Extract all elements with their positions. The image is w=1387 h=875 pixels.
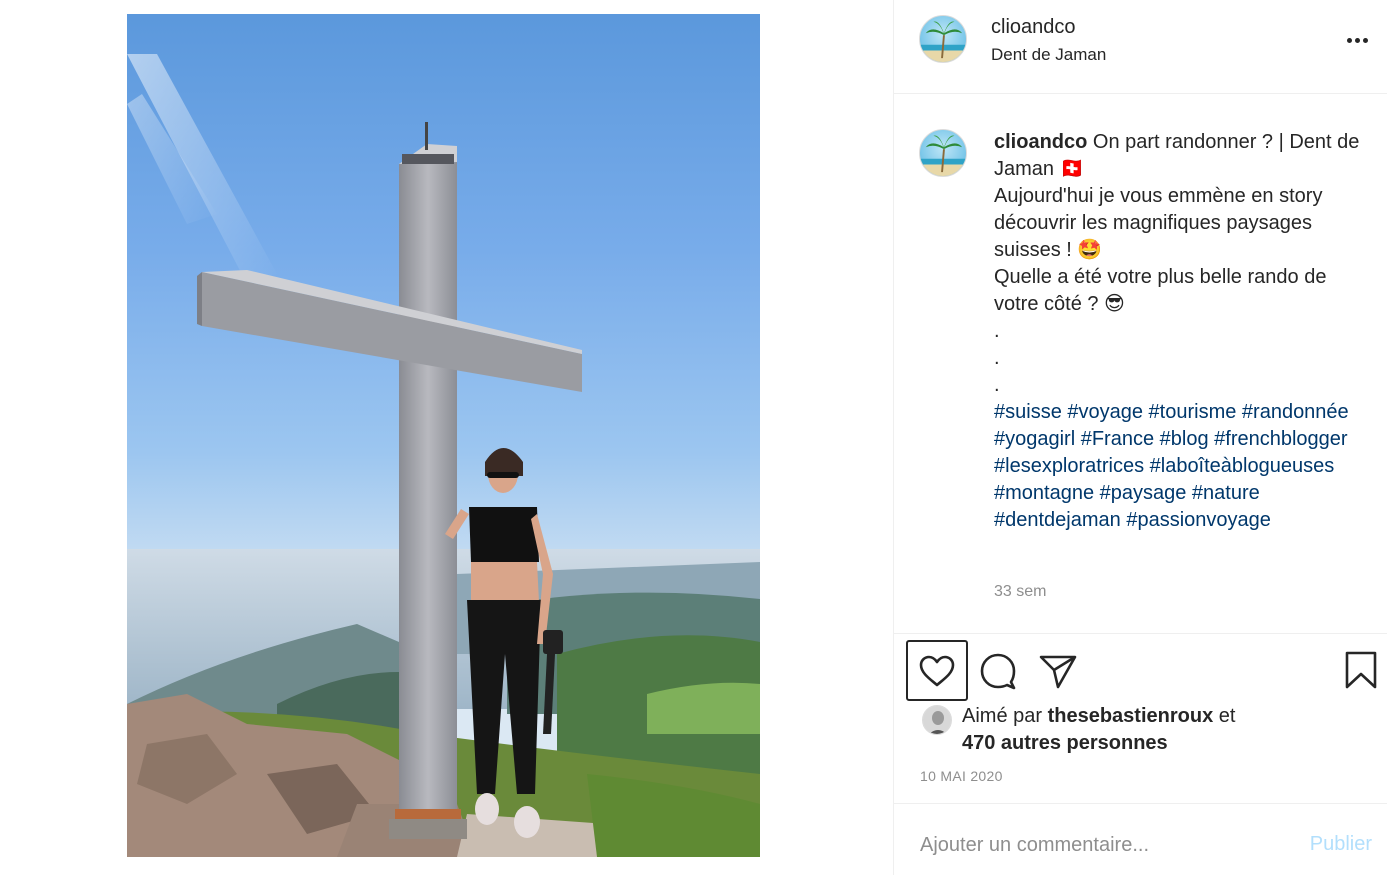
liker-avatar[interactable] xyxy=(922,705,952,735)
post-location[interactable]: Dent de Jaman xyxy=(991,45,1106,65)
comments-section: clioandco On part randonner ? | Dent de … xyxy=(894,95,1387,633)
more-options-icon[interactable] xyxy=(1343,30,1371,50)
post-actions: Aimé par thesebastienroux et 470 autres p… xyxy=(894,633,1387,803)
likes-others-count[interactable]: 470 autres personnes xyxy=(962,732,1168,754)
caption-time-ago: 33 sem xyxy=(994,583,1047,600)
comment-bubble-icon[interactable] xyxy=(978,651,1018,691)
dot xyxy=(1346,37,1352,43)
dot xyxy=(1354,37,1360,43)
post-date[interactable]: 10 MAI 2020 xyxy=(920,768,1003,784)
comment-input[interactable] xyxy=(920,830,1280,860)
post-caption: clioandco On part randonner ? | Dent de … xyxy=(994,129,1364,534)
info-pane: clioandco Dent de Jaman clioandco On par… xyxy=(893,0,1387,875)
liker-username[interactable]: thesebastienroux xyxy=(1048,705,1214,727)
post-header: clioandco Dent de Jaman xyxy=(894,0,1387,94)
mountain-cross-image xyxy=(127,54,760,857)
caption-hashtags[interactable]: #suisse #voyage #tourisme #randonnée #yo… xyxy=(994,401,1349,531)
dot xyxy=(1362,37,1368,43)
publish-button[interactable]: Publier xyxy=(1310,833,1372,856)
liked-by-middle: et xyxy=(1213,705,1236,727)
comment-bubble-glyph xyxy=(980,653,1016,690)
paper-plane-icon[interactable] xyxy=(1038,651,1078,691)
avatar[interactable] xyxy=(919,129,967,177)
caption-username[interactable]: clioandco xyxy=(994,131,1087,153)
post-author-username[interactable]: clioandco xyxy=(991,16,1076,39)
bookmark-glyph xyxy=(1345,651,1377,689)
bookmark-icon[interactable] xyxy=(1344,650,1378,690)
liker-avatar-image xyxy=(923,706,951,734)
add-comment-section: Publier xyxy=(894,803,1387,875)
heart-icon-glyph xyxy=(919,655,955,686)
paper-plane-glyph xyxy=(1039,655,1077,689)
post-modal: clioandco Dent de Jaman clioandco On par… xyxy=(0,0,1387,875)
avatar[interactable] xyxy=(919,15,967,63)
palm-tree-avatar-image xyxy=(920,21,966,62)
liked-by-text: Aimé par thesebastienroux et 470 autres p… xyxy=(962,703,1235,757)
caption-text: On part randonner ? | Dent de Jaman 🇨🇭 A… xyxy=(994,131,1360,396)
post-photo[interactable] xyxy=(127,14,760,857)
palm-tree-avatar-image xyxy=(920,135,966,176)
heart-icon[interactable] xyxy=(906,640,968,701)
liked-by-prefix: Aimé par xyxy=(962,705,1048,727)
media-pane xyxy=(0,0,893,875)
